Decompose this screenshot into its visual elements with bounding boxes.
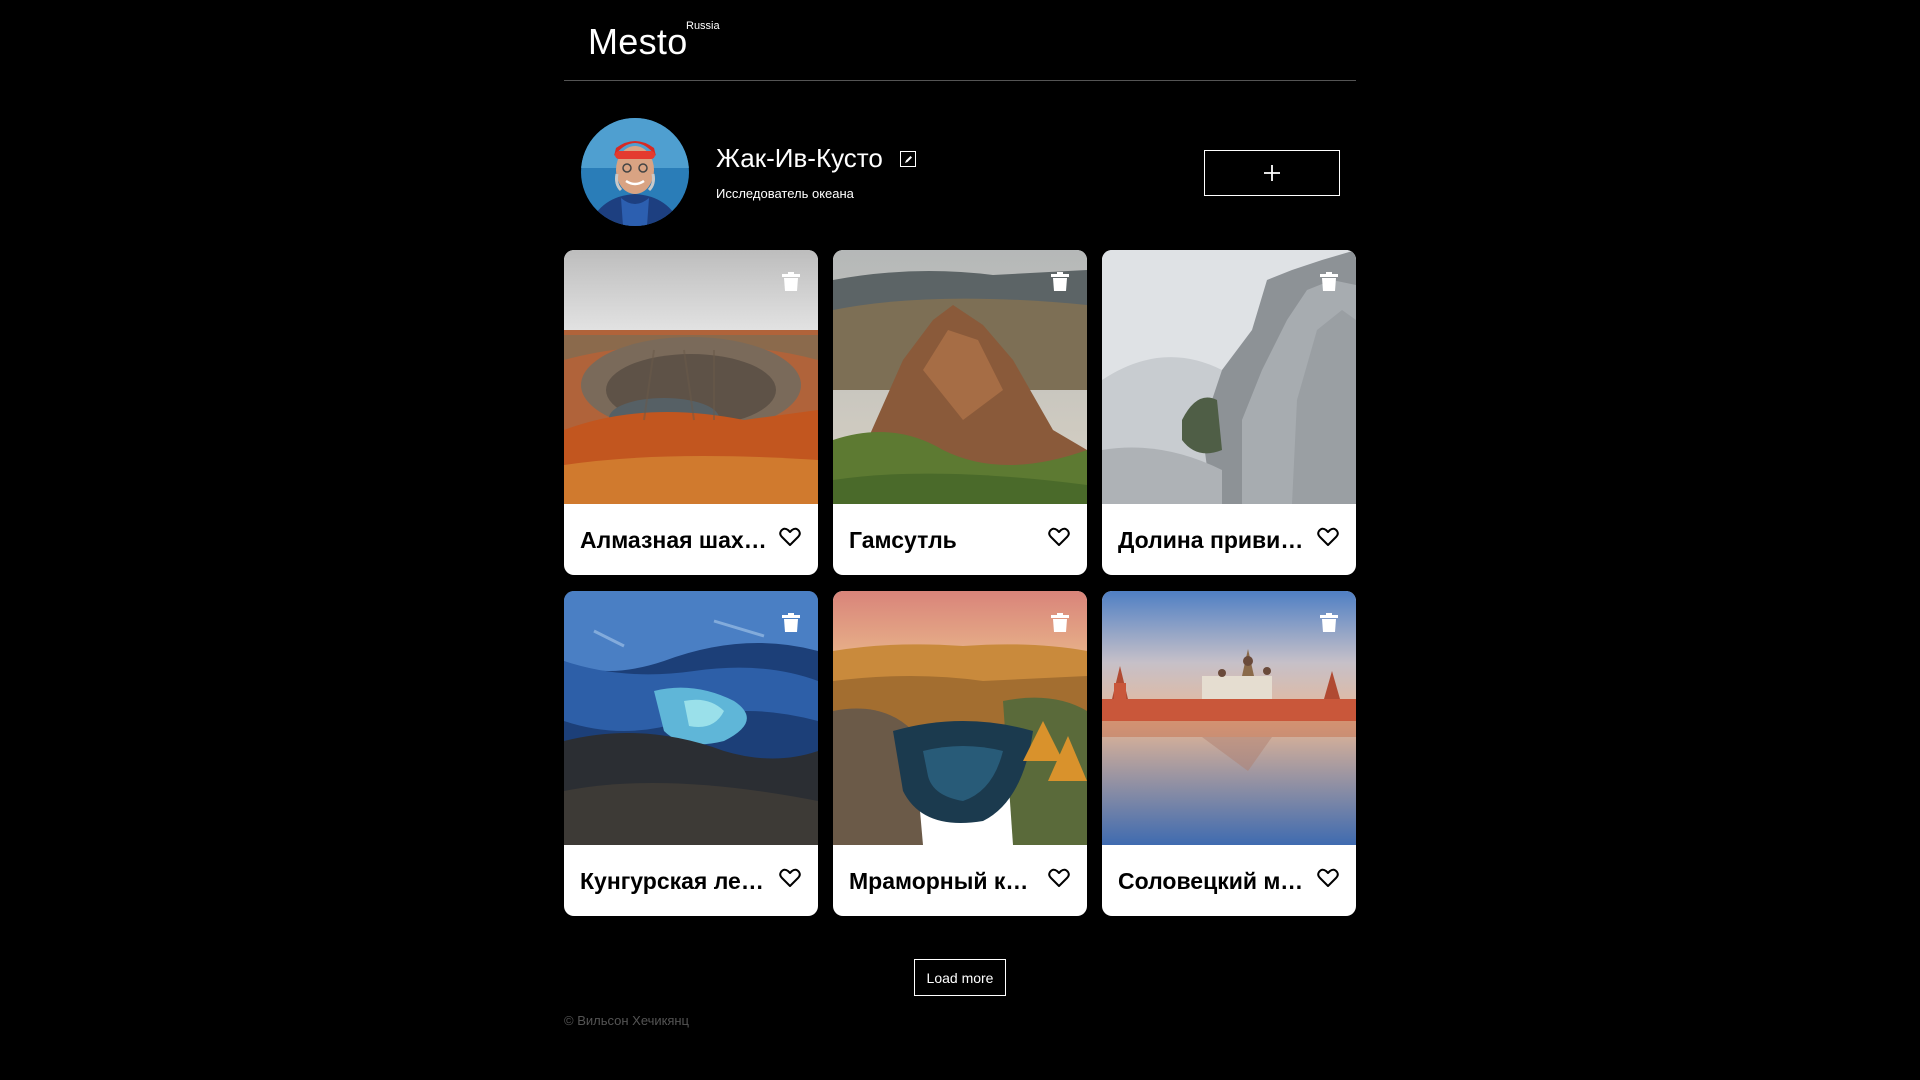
trash-icon[interactable] [1320,272,1338,291]
card-title: Кунгурская ледяная пещера [580,868,770,894]
load-more-button[interactable]: Load more [914,959,1006,996]
card-image[interactable] [564,591,818,845]
trash-icon[interactable] [1320,613,1338,632]
card-title: Долина привидений [1118,527,1308,553]
profile-name: Жак-Ив-Кусто [716,143,883,173]
heart-icon[interactable] [1317,868,1339,888]
trash-icon[interactable] [782,613,800,632]
plus-icon [1264,165,1280,181]
card-title: Соловецкий монастырь [1118,868,1308,894]
trash-icon[interactable] [1051,613,1069,632]
place-card: Гамсутль [833,250,1087,575]
place-card: Мраморный каньон [833,591,1087,916]
place-card: Соловецкий монастырь [1102,591,1356,916]
footer-copyright: © Вильсон Хечикянц [564,1013,690,1028]
avatar-image [581,118,689,226]
heart-icon[interactable] [1048,868,1070,888]
heart-icon[interactable] [1317,527,1339,547]
page: Mesto Russia Жак-Ив-Кусто Исследователь … [0,0,1920,1080]
edit-profile-button[interactable] [900,151,916,167]
card-image[interactable] [1102,591,1356,845]
heart-icon[interactable] [779,527,801,547]
trash-icon[interactable] [1051,272,1069,291]
heart-icon[interactable] [1048,527,1070,547]
card-image[interactable] [833,591,1087,845]
place-card: Алмазная шахта Мир [564,250,818,575]
card-image[interactable] [564,250,818,504]
trash-icon[interactable] [782,272,800,291]
avatar[interactable] [581,118,689,226]
place-card: Кунгурская ледяная пещера [564,591,818,916]
profile-about: Исследователь океана [716,186,854,201]
header: Mesto Russia [564,0,1356,81]
add-card-button[interactable] [1204,150,1340,196]
card-title: Мраморный каньон [849,868,1039,894]
pencil-icon [904,155,912,163]
logo-region: Russia [686,20,720,32]
logo[interactable]: Mesto [588,20,688,64]
card-title: Алмазная шахта Мир [580,527,770,553]
card-image[interactable] [833,250,1087,504]
place-card: Долина привидений [1102,250,1356,575]
profile: Жак-Ив-Кусто Исследователь океана [564,118,1356,228]
card-image[interactable] [1102,250,1356,504]
card-title: Гамсутль [849,527,957,553]
heart-icon[interactable] [779,868,801,888]
